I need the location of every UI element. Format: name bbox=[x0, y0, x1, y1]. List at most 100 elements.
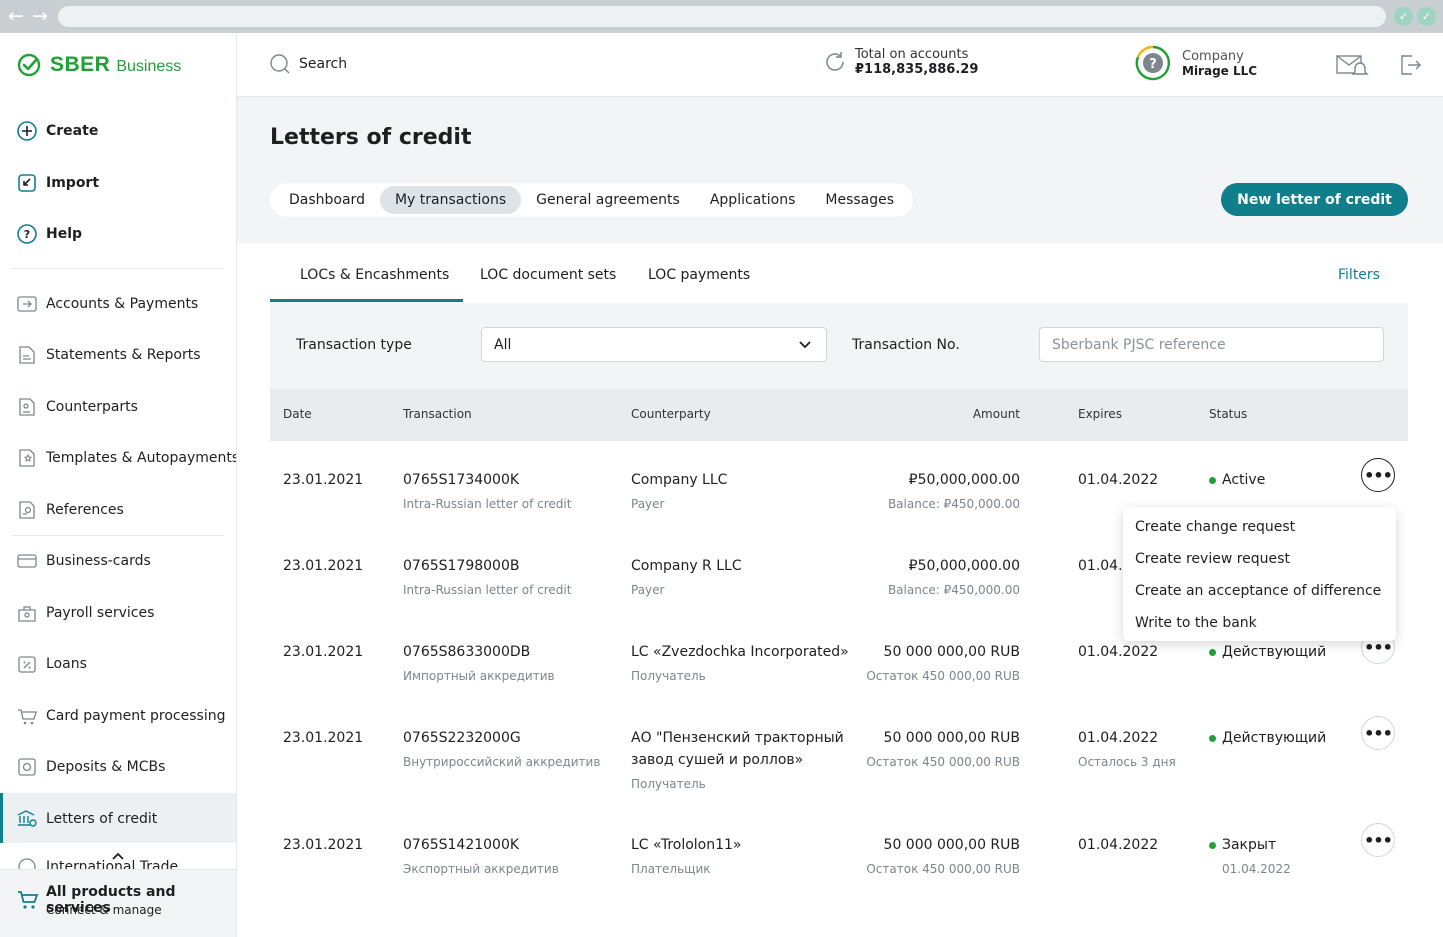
table-row[interactable]: 23.01.2021 0765S8633000DB Импортный аккр… bbox=[270, 630, 1408, 724]
counterparts-icon bbox=[19, 398, 35, 416]
row-balance: Остаток 450 000,00 RUB bbox=[866, 669, 1020, 683]
column-counterparty[interactable]: Counterparty bbox=[631, 407, 711, 421]
card-icon bbox=[17, 554, 37, 568]
sidebar-item-accounts[interactable]: Accounts & Payments bbox=[16, 289, 198, 319]
sidebar-item-counterparts[interactable]: Counterparts bbox=[16, 392, 138, 422]
row-counterparty: Company LLC bbox=[631, 472, 728, 488]
logout-icon[interactable] bbox=[1398, 53, 1422, 77]
transaction-number-input[interactable] bbox=[1039, 327, 1384, 362]
tab-general-agreements[interactable]: General agreements bbox=[521, 186, 695, 214]
company-value: Mirage LLC bbox=[1182, 63, 1258, 78]
references-icon bbox=[19, 501, 35, 519]
row-expires: 01.04.2022 bbox=[1078, 837, 1159, 853]
back-arrow-icon[interactable]: ← bbox=[8, 5, 24, 27]
sidebar-item-help[interactable]: ? Help bbox=[16, 219, 82, 249]
company-switcher[interactable]: ? Company Mirage LLC bbox=[1135, 45, 1257, 81]
row-balance: Остаток 450 000,00 RUB bbox=[866, 755, 1020, 769]
row-transaction-number[interactable]: 0765S8633000DB bbox=[403, 644, 530, 660]
sidebar-item-loans[interactable]: Loans bbox=[16, 649, 87, 679]
status-badge: Действующий bbox=[1209, 644, 1326, 660]
sber-logo[interactable]: SBER Business bbox=[17, 53, 181, 77]
row-expires: 01.04.2022 bbox=[1078, 730, 1159, 746]
extension-icon[interactable]: ✓ bbox=[1394, 7, 1413, 26]
plus-circle-icon bbox=[17, 121, 37, 141]
forward-arrow-icon[interactable]: → bbox=[32, 5, 48, 27]
row-transaction-number[interactable]: 0765S1798000B bbox=[403, 558, 519, 574]
row-counterparty-role: Payer bbox=[631, 583, 665, 597]
row-transaction-number[interactable]: 0765S2232000G bbox=[403, 730, 521, 746]
row-more-button[interactable]: ••• bbox=[1361, 823, 1395, 857]
payroll-icon bbox=[18, 606, 36, 622]
sidebar-item-deposits[interactable]: Deposits & MCBs bbox=[16, 752, 165, 782]
search-box[interactable]: Search bbox=[269, 53, 347, 75]
row-transaction-number[interactable]: 0765S1421000K bbox=[403, 837, 519, 853]
status-badge: Active bbox=[1209, 472, 1265, 488]
table-row[interactable]: 23.01.2021 0765S2232000G Внутрироссийски… bbox=[270, 716, 1408, 830]
extension-icon-2[interactable]: ✓ bbox=[1417, 7, 1436, 26]
status-badge: Закрыт bbox=[1209, 837, 1276, 853]
sidebar-item-payroll[interactable]: Payroll services bbox=[16, 598, 154, 628]
row-counterparty-role: Получатель bbox=[631, 777, 706, 791]
menu-item-change-request[interactable]: Create change request bbox=[1135, 519, 1295, 535]
sidebar-item-create[interactable]: Create bbox=[16, 116, 98, 146]
total-on-accounts[interactable]: Total on accounts ₽118,835,886.29 bbox=[823, 47, 978, 77]
sidebar-item-import[interactable]: Import bbox=[16, 168, 99, 198]
sidebar-item-label: Deposits & MCBs bbox=[46, 759, 166, 775]
subtab-locs-encashments[interactable]: LOCs & Encashments bbox=[300, 267, 449, 283]
sidebar-item-references[interactable]: References bbox=[16, 495, 124, 525]
sidebar-item-international-trade[interactable]: International Trade bbox=[16, 853, 178, 869]
column-amount[interactable]: Amount bbox=[920, 407, 1020, 421]
total-value: ₽118,835,886.29 bbox=[855, 62, 979, 77]
row-amount: 50 000 000,00 RUB bbox=[883, 644, 1020, 660]
subtab-loc-payments[interactable]: LOC payments bbox=[648, 267, 750, 283]
tab-applications[interactable]: Applications bbox=[695, 186, 811, 214]
tab-my-transactions[interactable]: My transactions bbox=[379, 186, 522, 214]
row-counterparty: LC «Trololon11» bbox=[631, 837, 742, 853]
tab-dashboard[interactable]: Dashboard bbox=[274, 186, 380, 214]
transaction-type-label: Transaction type bbox=[296, 337, 412, 353]
row-counterparty: Company R LLC bbox=[631, 558, 742, 574]
row-date: 23.01.2021 bbox=[283, 730, 364, 746]
row-amount: ₽50,000,000.00 bbox=[908, 472, 1020, 488]
row-more-button[interactable]: ••• bbox=[1361, 458, 1395, 492]
column-transaction[interactable]: Transaction bbox=[403, 407, 472, 421]
sidebar-item-statements[interactable]: Statements & Reports bbox=[16, 340, 201, 370]
sidebar-item-business-cards[interactable]: Business-cards bbox=[16, 546, 151, 576]
column-expires[interactable]: Expires bbox=[1078, 407, 1122, 421]
brand-name: SBER bbox=[50, 53, 111, 76]
sidebar-item-letters-of-credit[interactable]: Letters of credit bbox=[16, 804, 157, 834]
row-transaction-type: Intra-Russian letter of credit bbox=[403, 583, 572, 597]
column-status[interactable]: Status bbox=[1209, 407, 1247, 421]
table-row[interactable]: 23.01.2021 0765S1421000K Экспортный аккр… bbox=[270, 823, 1408, 917]
row-counterparty-line2: завод сушей и роллов» bbox=[631, 752, 804, 768]
sidebar-item-label: Counterparts bbox=[46, 399, 138, 415]
transaction-type-select[interactable]: All bbox=[481, 327, 827, 362]
trade-icon bbox=[18, 858, 36, 869]
row-transaction-number[interactable]: 0765S1734000K bbox=[403, 472, 519, 488]
row-date: 23.01.2021 bbox=[283, 558, 364, 574]
menu-item-review-request[interactable]: Create review request bbox=[1135, 551, 1290, 567]
menu-item-acceptance-of-difference[interactable]: Create an acceptance of difference bbox=[1135, 583, 1381, 599]
filters-link[interactable]: Filters bbox=[1338, 267, 1380, 283]
all-products-button[interactable]: All products and services Connect & mana… bbox=[0, 869, 236, 937]
menu-item-write-to-bank[interactable]: Write to the bank bbox=[1135, 615, 1257, 631]
mail-notification-icon[interactable] bbox=[1336, 53, 1370, 79]
address-bar[interactable] bbox=[58, 6, 1386, 27]
row-amount: 50 000 000,00 RUB bbox=[883, 837, 1020, 853]
row-more-button[interactable]: ••• bbox=[1361, 716, 1395, 750]
subtab-loc-document-sets[interactable]: LOC document sets bbox=[480, 267, 616, 283]
sidebar-item-templates[interactable]: Templates & Autopayments bbox=[16, 443, 237, 473]
sidebar-item-label: Templates & Autopayments bbox=[46, 450, 237, 466]
row-transaction-type: Внутрироссийский аккредитив bbox=[403, 755, 601, 769]
table-header: Date Transaction Counterparty Amount Exp… bbox=[270, 389, 1408, 441]
sidebar-item-card-processing[interactable]: Card payment processing bbox=[16, 701, 225, 731]
new-letter-of-credit-button[interactable]: New letter of credit bbox=[1221, 183, 1408, 216]
tab-messages[interactable]: Messages bbox=[810, 186, 909, 214]
sidebar-item-label: Create bbox=[46, 123, 99, 139]
chevron-up-icon[interactable] bbox=[111, 851, 125, 861]
column-date[interactable]: Date bbox=[283, 407, 312, 421]
company-label: Company bbox=[1182, 48, 1244, 64]
status-text: Active bbox=[1222, 472, 1266, 488]
more-dots-icon: ••• bbox=[1364, 723, 1393, 743]
templates-icon bbox=[19, 449, 35, 467]
